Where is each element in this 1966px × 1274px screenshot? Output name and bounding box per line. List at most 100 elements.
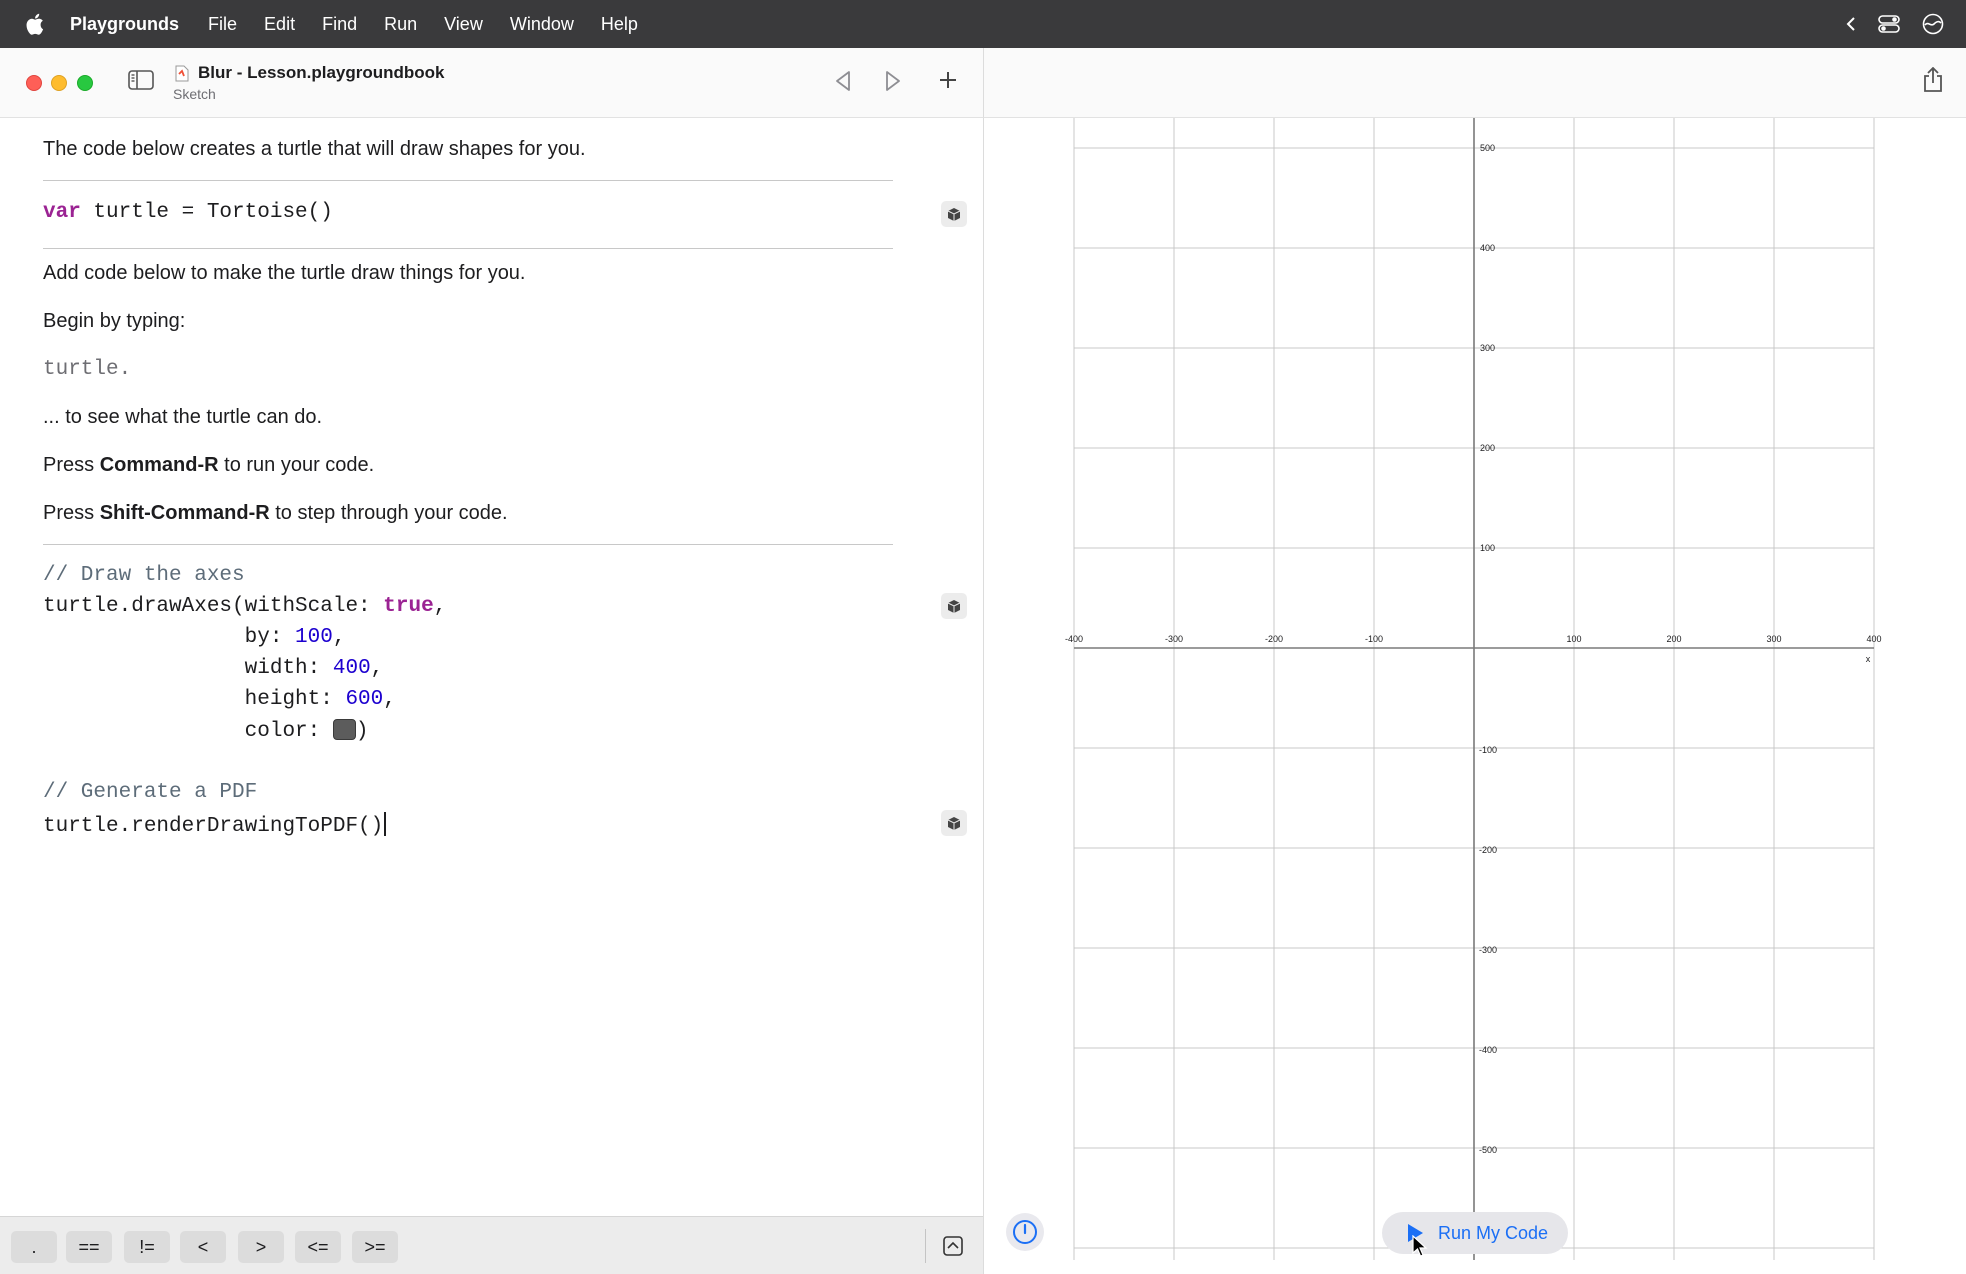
code-text: , (332, 626, 346, 649)
press-run-pre: Press (43, 454, 100, 476)
shortcut-less-than-button[interactable]: < (180, 1231, 226, 1263)
playgroundbook-file-icon (175, 65, 189, 82)
menu-app-name[interactable]: Playgrounds (70, 14, 179, 35)
shortcut-bar: . == != < > <= >= (0, 1216, 983, 1274)
menu-window[interactable]: Window (510, 14, 574, 35)
code-text: color: (43, 720, 333, 743)
cube-icon[interactable] (941, 810, 967, 836)
siri-icon[interactable] (1922, 13, 1944, 35)
shortcut-dot-button[interactable]: . (11, 1231, 57, 1263)
document-subtitle: Sketch (173, 86, 216, 102)
cube-icon[interactable] (941, 593, 967, 619)
hint-code: turtle. (43, 358, 132, 381)
shortcut-greater-than-button[interactable]: > (238, 1231, 284, 1263)
shortcut-greater-equal-button[interactable]: >= (352, 1231, 398, 1263)
shortcut-equal-button[interactable]: == (66, 1231, 112, 1263)
code-keyword: true (383, 595, 434, 618)
y-tick-label: -300 (1479, 945, 1497, 955)
code-text: height: (43, 688, 346, 711)
code-text: , (370, 657, 384, 680)
status-icons (1846, 0, 1944, 48)
speedometer-icon[interactable] (1006, 1213, 1044, 1251)
code-text: , (383, 688, 396, 711)
share-icon[interactable] (1922, 67, 1944, 93)
code-editor[interactable]: The code below creates a turtle that wil… (0, 118, 983, 1216)
liveview-titlebar (983, 48, 1966, 118)
previous-page-icon[interactable] (834, 70, 852, 92)
color-literal-swatch[interactable] (332, 719, 356, 740)
press-step-shortcut: Shift-Command-R (99, 502, 270, 524)
menu-find[interactable]: Find (322, 14, 357, 35)
code-comment-axes[interactable]: // Draw the axes (43, 564, 245, 587)
code-number: 100 (295, 626, 333, 649)
apple-menu-icon[interactable] (26, 13, 44, 35)
begin-typing-text: Begin by typing: (43, 310, 186, 332)
code-text: , (433, 595, 447, 618)
x-tick-label: -100 (1365, 634, 1383, 644)
shortcut-not-equal-button[interactable]: != (124, 1231, 170, 1263)
code-line-tortoise[interactable]: var turtle = Tortoise() (43, 201, 333, 224)
x-tick-label: 100 (1566, 634, 1581, 644)
mouse-cursor-icon (1412, 1235, 1428, 1257)
y-tick-label: 500 (1480, 143, 1495, 153)
code-line-height[interactable]: height: 600, (43, 688, 396, 711)
cube-icon[interactable] (941, 201, 967, 227)
code-keyword: var (43, 201, 81, 224)
code-line-drawaxes[interactable]: turtle.drawAxes(withScale: true, (43, 595, 446, 618)
menu-run[interactable]: Run (384, 14, 417, 35)
shortcut-divider (925, 1229, 926, 1263)
press-step-pre: Press (43, 502, 100, 524)
x-tick-label: 200 (1666, 634, 1681, 644)
next-page-icon[interactable] (884, 70, 902, 92)
see-what-text: ... to see what the turtle can do. (43, 406, 323, 428)
press-step-text: Press Shift-Command-R to step through yo… (43, 502, 508, 525)
code-line-by[interactable]: by: 100, (43, 626, 346, 649)
code-text: width: (43, 657, 333, 680)
code-text: by: (43, 626, 296, 649)
x-tick-label: 400 (1866, 634, 1881, 644)
document-title: Blur - Lesson.playgroundbook (198, 63, 445, 82)
menu-view[interactable]: View (444, 14, 483, 35)
code-line-color[interactable]: color: ) (43, 719, 368, 743)
x-tick-label: -400 (1065, 634, 1083, 644)
code-text: turtle.renderDrawingToPDF() (43, 815, 384, 838)
menu-edit[interactable]: Edit (264, 14, 295, 35)
code-line-render[interactable]: turtle.renderDrawingToPDF() (43, 812, 387, 838)
maximize-window-button[interactable] (77, 75, 93, 91)
add-icon[interactable] (938, 70, 958, 90)
y-tick-label: 400 (1480, 243, 1495, 253)
y-tick-label: -200 (1479, 845, 1497, 855)
chevron-left-icon[interactable] (1846, 17, 1856, 31)
shortcut-less-equal-button[interactable]: <= (295, 1231, 341, 1263)
run-my-code-button[interactable]: Run My Code (1382, 1212, 1568, 1254)
press-run-post: to run your code. (218, 454, 375, 476)
code-line-width[interactable]: width: 400, (43, 657, 384, 680)
section-divider (43, 248, 893, 249)
sidebar-toggle-icon[interactable] (128, 70, 154, 90)
code-text: ) (355, 720, 369, 743)
editor-titlebar: Blur - Lesson.playgroundbook Sketch (0, 48, 983, 118)
control-center-icon[interactable] (1878, 15, 1900, 33)
code-comment-pdf[interactable]: // Generate a PDF (43, 781, 257, 804)
y-tick-label: -400 (1479, 1045, 1497, 1055)
expand-keyboard-icon[interactable] (943, 1236, 963, 1256)
live-view[interactable]: -400 -300 -200 -100 100 200 300 400 x 500 400 300 20… (983, 118, 1966, 1274)
y-tick-label: 200 (1480, 443, 1495, 453)
y-tick-label: 100 (1480, 543, 1495, 553)
close-window-button[interactable] (26, 75, 42, 91)
section-divider (43, 544, 893, 545)
code-number: 400 (332, 657, 371, 680)
x-tick-label: 300 (1766, 634, 1781, 644)
menu-help[interactable]: Help (601, 14, 638, 35)
section-divider (43, 180, 893, 181)
x-tick-label: -300 (1165, 634, 1183, 644)
y-tick-label: -100 (1479, 745, 1497, 755)
x-tick-label: -200 (1265, 634, 1283, 644)
run-button-label: Run My Code (1438, 1222, 1549, 1243)
menu-file[interactable]: File (208, 14, 237, 35)
code-text: turtle.drawAxes(withScale: (43, 595, 384, 618)
code-text: turtle = Tortoise() (80, 201, 333, 224)
minimize-window-button[interactable] (51, 75, 67, 91)
y-tick-label: 300 (1480, 343, 1495, 353)
text-caret (384, 812, 387, 836)
